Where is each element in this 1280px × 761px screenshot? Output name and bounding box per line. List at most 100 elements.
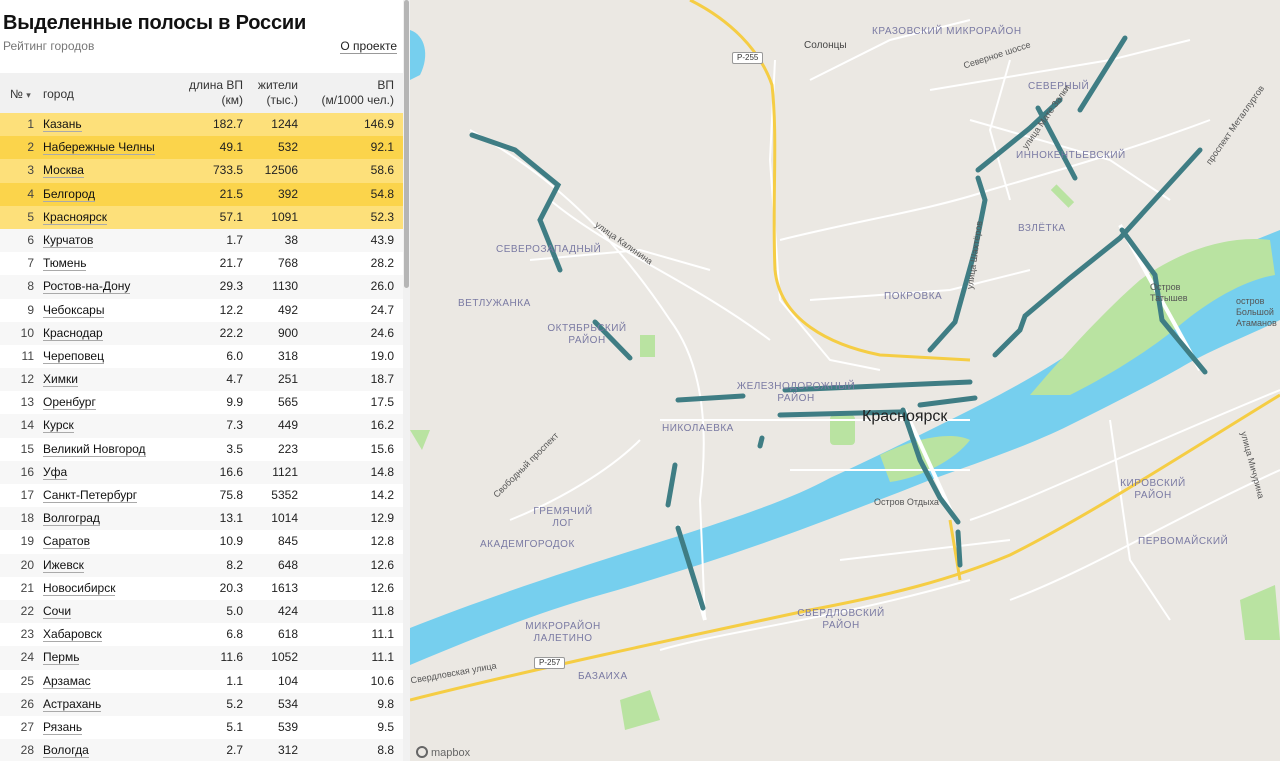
row-ratio: 58.6 — [370, 163, 394, 178]
column-header-city[interactable]: город — [43, 87, 74, 101]
table-row[interactable]: 25 Арзамас 1.1 104 10.6 — [0, 669, 403, 693]
district-label-pokrovka: ПОКРОВКА — [884, 291, 943, 302]
sidebar-scrollbar[interactable] — [403, 0, 410, 761]
row-ratio: 14.8 — [370, 464, 394, 479]
row-city-link[interactable]: Оренбург — [43, 391, 96, 414]
row-population: 900 — [277, 325, 298, 340]
row-length: 11.6 — [220, 650, 243, 665]
row-city-link[interactable]: Арзамас — [43, 670, 91, 693]
row-city-link[interactable]: Курчатов — [43, 229, 94, 252]
row-ratio: 8.8 — [377, 743, 394, 758]
table-row[interactable]: 14 Курск 7.3 449 16.2 — [0, 414, 403, 438]
row-city-link[interactable]: Чебоксары — [43, 299, 105, 322]
table-row[interactable]: 28 Вологда 2.7 312 8.8 — [0, 739, 403, 761]
table-row[interactable]: 11 Череповец 6.0 318 19.0 — [0, 344, 403, 369]
district-label-nikolaevka: НИКОЛАЕВКА — [662, 423, 734, 434]
district-label-gremyachy-log: ГРЕМЯЧИЙ ЛОГ — [533, 506, 593, 529]
row-length: 1.1 — [226, 673, 243, 688]
row-city-link[interactable]: Казань — [43, 113, 82, 136]
table-row[interactable]: 8 Ростов-на-Дону 29.3 1130 26.0 — [0, 275, 403, 299]
table-row[interactable]: 15 Великий Новгород 3.5 223 15.6 — [0, 437, 403, 461]
row-rank: 12 — [20, 372, 34, 387]
row-city-link[interactable]: Ижевск — [43, 554, 84, 577]
row-city-link[interactable]: Красноярск — [43, 206, 108, 229]
column-header-length[interactable]: длина ВП (км) — [189, 78, 243, 108]
district-label-innokentyevsky: ИННОКЕНТЬЕВСКИЙ — [1016, 150, 1126, 161]
table-row[interactable]: 17 Санкт-Петербург 75.8 5352 14.2 — [0, 484, 403, 508]
row-city-link[interactable]: Великий Новгород — [43, 438, 146, 461]
table-row[interactable]: 5 Красноярск 57.1 1091 52.3 — [0, 205, 403, 229]
row-population: 12506 — [264, 163, 298, 178]
table-row[interactable]: 21 Новосибирск 20.3 1613 12.6 — [0, 576, 403, 600]
table-row[interactable]: 7 Тюмень 21.7 768 28.2 — [0, 252, 403, 276]
row-city-link[interactable]: Набережные Челны — [43, 136, 155, 159]
table-row[interactable]: 1 Казань 182.7 1244 146.9 — [0, 113, 403, 137]
row-ratio: 26.0 — [370, 279, 394, 294]
row-city-link[interactable]: Сочи — [43, 600, 72, 623]
row-population: 318 — [277, 348, 298, 363]
table-row[interactable]: 18 Волгоград 13.1 1014 12.9 — [0, 507, 403, 531]
row-city-link[interactable]: Вологда — [43, 739, 89, 761]
row-length: 8.2 — [226, 557, 243, 572]
table-row[interactable]: 27 Рязань 5.1 539 9.5 — [0, 715, 403, 740]
district-label-vzletka: ВЗЛЁТКА — [1018, 223, 1066, 234]
row-city-link[interactable]: Пермь — [43, 646, 80, 669]
row-city-link[interactable]: Уфа — [43, 461, 68, 484]
district-label-krazovsky: КРАЗОВСКИЙ МИКРОРАЙОН — [872, 26, 1022, 37]
row-length: 2.7 — [226, 743, 243, 758]
table-row[interactable]: 6 Курчатов 1.7 38 43.9 — [0, 228, 403, 253]
row-city-link[interactable]: Ростов-на-Дону — [43, 275, 131, 298]
row-rank: 16 — [20, 464, 34, 479]
scrollbar-thumb[interactable] — [404, 0, 409, 288]
row-ratio: 24.7 — [370, 302, 394, 317]
table-row[interactable]: 26 Астрахань 5.2 534 9.8 — [0, 692, 403, 716]
row-city-link[interactable]: Тюмень — [43, 252, 87, 275]
table-row[interactable]: 22 Сочи 5.0 424 11.8 — [0, 599, 403, 624]
row-population: 534 — [277, 696, 298, 711]
row-city-link[interactable]: Череповец — [43, 345, 104, 368]
table-row[interactable]: 10 Краснодар 22.2 900 24.6 — [0, 321, 403, 345]
table-row[interactable]: 16 Уфа 16.6 1121 14.8 — [0, 460, 403, 484]
row-city-link[interactable]: Белгород — [43, 183, 96, 206]
table-row[interactable]: 20 Ижевск 8.2 648 12.6 — [0, 553, 403, 577]
district-label-sverdlovsky: СВЕРДЛОВСКИЙ РАЙОН — [797, 608, 885, 631]
table-row[interactable]: 4 Белгород 21.5 392 54.8 — [0, 182, 403, 206]
city-map[interactable]: КРАЗОВСКИЙ МИКРОРАЙОН СЕВЕРНЫЙ ИННОКЕНТЬ… — [410, 0, 1280, 761]
table-row[interactable]: 13 Оренбург 9.9 565 17.5 — [0, 391, 403, 415]
district-label-zheleznodorozhny: ЖЕЛЕЗНОДОРОЖНЫЙ РАЙОН — [736, 381, 856, 404]
row-city-link[interactable]: Новосибирск — [43, 577, 116, 600]
row-population: 1121 — [272, 464, 298, 479]
table-row[interactable]: 12 Химки 4.7 251 18.7 — [0, 368, 403, 392]
row-length: 1.7 — [226, 232, 243, 247]
row-city-link[interactable]: Волгоград — [43, 507, 100, 530]
map-attribution[interactable]: mapbox — [416, 746, 470, 759]
table-row[interactable]: 3 Москва 733.5 12506 58.6 — [0, 159, 403, 183]
row-city-link[interactable]: Химки — [43, 368, 78, 391]
row-ratio: 11.1 — [371, 627, 394, 642]
row-length: 22.2 — [219, 325, 243, 340]
table-row[interactable]: 19 Саратов 10.9 845 12.8 — [0, 530, 403, 554]
about-project-link[interactable]: О проекте — [340, 39, 397, 54]
row-city-link[interactable]: Санкт-Петербург — [43, 484, 138, 507]
row-city-link[interactable]: Курск — [43, 414, 74, 437]
row-city-link[interactable]: Москва — [43, 159, 84, 182]
row-city-link[interactable]: Саратов — [43, 530, 90, 553]
place-label-ostrov-atamanov: остров Большой Атаманов — [1236, 296, 1277, 328]
column-header-ratio[interactable]: ВП (м/1000 чел.) — [322, 78, 394, 108]
district-label-bazaikha: БАЗАИХА — [578, 671, 628, 682]
row-city-link[interactable]: Краснодар — [43, 322, 103, 345]
row-population: 1014 — [271, 511, 298, 526]
table-row[interactable]: 9 Чебоксары 12.2 492 24.7 — [0, 298, 403, 322]
table-row[interactable]: 23 Хабаровск 6.8 618 11.1 — [0, 623, 403, 647]
row-population: 1091 — [271, 209, 298, 224]
row-rank: 26 — [20, 696, 34, 711]
row-city-link[interactable]: Рязань — [43, 716, 83, 739]
table-row[interactable]: 24 Пермь 11.6 1052 11.1 — [0, 646, 403, 670]
table-row[interactable]: 2 Набережные Челны 49.1 532 92.1 — [0, 136, 403, 160]
column-header-population[interactable]: жители (тыс.) — [258, 78, 298, 108]
road-shield-r255: Р-255 — [732, 52, 764, 64]
row-city-link[interactable]: Хабаровск — [43, 623, 102, 646]
column-header-num[interactable]: № ▾ — [10, 87, 31, 101]
row-city-link[interactable]: Астрахань — [43, 693, 102, 716]
row-ratio: 92.1 — [370, 140, 394, 155]
